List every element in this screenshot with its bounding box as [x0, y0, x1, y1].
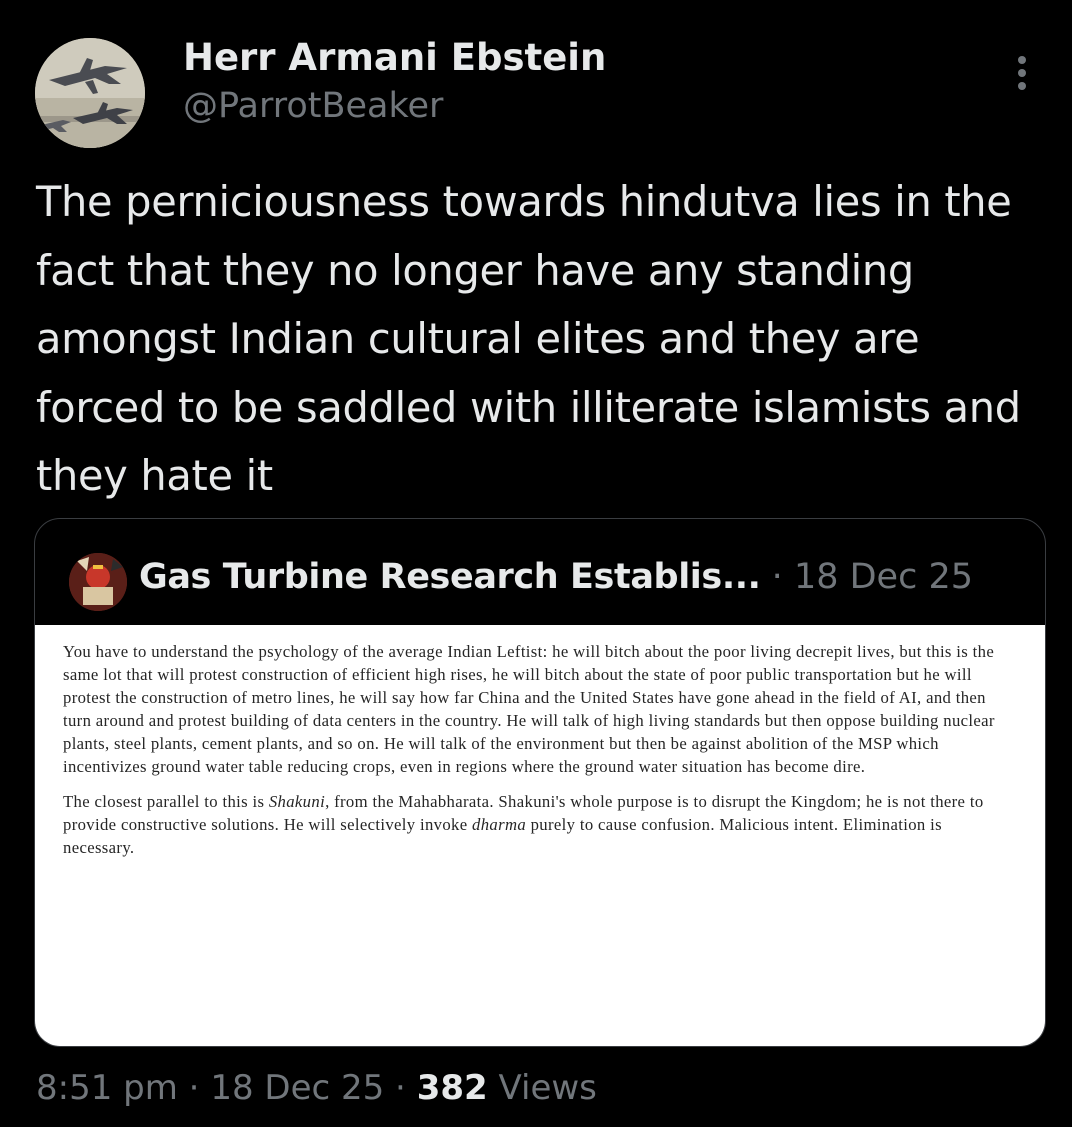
- views-label: Views: [487, 1068, 597, 1108]
- author-handle[interactable]: @ParrotBeaker: [183, 86, 443, 126]
- tweet-text: The perniciousness towards hindutva lies…: [36, 177, 1021, 500]
- quote-image-paragraph-1: You have to understand the psychology of…: [63, 642, 995, 776]
- quote-image-italic: dharma: [472, 815, 527, 835]
- tweet-date[interactable]: 18 Dec 25: [210, 1068, 384, 1108]
- tweet-time[interactable]: 8:51 pm: [36, 1068, 178, 1108]
- quote-author-name[interactable]: Gas Turbine Research Establis...: [139, 557, 761, 597]
- author-name[interactable]: Herr Armani Ebstein: [183, 36, 606, 79]
- quote-image-italic: Shakuni: [268, 792, 326, 812]
- meta-separator: ·: [384, 1068, 417, 1108]
- fighter-jets-avatar-icon: [35, 38, 145, 148]
- more-vertical-icon: [1018, 56, 1026, 90]
- quote-author-avatar[interactable]: [69, 553, 127, 611]
- quote-image-text: The closest parallel to this is: [63, 792, 269, 812]
- quote-image[interactable]: You have to understand the psychology of…: [35, 625, 1045, 1046]
- quote-separator: ·: [771, 557, 783, 597]
- quote-header: Gas Turbine Research Establis... · 18 De…: [139, 557, 973, 597]
- quote-author-avatar-icon: [69, 553, 127, 611]
- quote-image-paragraph-2: The closest parallel to this is Shakuni,…: [63, 791, 1015, 860]
- tweet-meta: 8:51 pm · 18 Dec 25 · 382 Views: [36, 1068, 597, 1108]
- views-count: 382: [416, 1068, 488, 1108]
- quote-date[interactable]: 18 Dec 25: [794, 557, 973, 597]
- avatar[interactable]: [35, 38, 145, 148]
- quoted-tweet[interactable]: Gas Turbine Research Establis... · 18 De…: [34, 518, 1046, 1047]
- more-options-button[interactable]: [1000, 50, 1044, 100]
- meta-separator: ·: [177, 1068, 211, 1108]
